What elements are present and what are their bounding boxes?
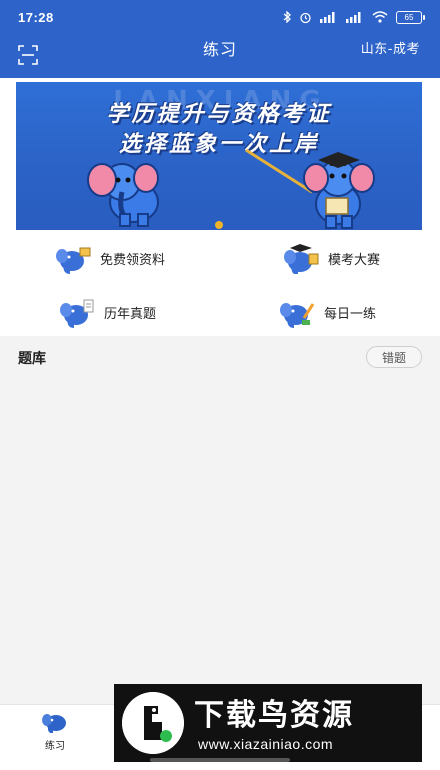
- question-bank-title: 题库: [18, 351, 46, 367]
- menu-label: 每日一练: [324, 306, 377, 322]
- menu-label: 历年真题: [104, 306, 157, 322]
- signal-icon: [346, 11, 361, 23]
- menu-label: 模考大赛: [328, 252, 381, 268]
- nav-row: 练习 山东-成考: [0, 34, 440, 74]
- app-header: 17:28 65 练习 山东-成考: [0, 0, 440, 78]
- signal-icon: [320, 11, 335, 23]
- question-bank-header: 题库 错题: [0, 340, 440, 372]
- menu-free-materials[interactable]: 免费领资料: [56, 242, 165, 274]
- tab-practice-label: 练习: [45, 741, 65, 752]
- elephant-pencil-icon: [280, 303, 315, 328]
- menu-mock-exam[interactable]: 模考大赛: [284, 242, 380, 274]
- elephant-book-icon: [56, 247, 91, 274]
- menu-label: 免费领资料: [100, 252, 166, 268]
- carousel-indicator-dot[interactable]: [215, 221, 223, 229]
- app-screen: 17:28 65 练习 山东-成考 LANXIANG 学历提升与资格考证 选择蓝…: [0, 0, 440, 770]
- status-icons: 65: [283, 10, 425, 24]
- alarm-icon: [300, 12, 311, 23]
- wifi-icon: [372, 11, 388, 23]
- feature-menu: 免费领资料 模考大赛 历年真题 每日一练: [0, 230, 440, 336]
- wrong-questions-button[interactable]: 错题: [366, 346, 422, 368]
- menu-daily-practice[interactable]: 每日一练: [280, 296, 376, 328]
- site-watermark: 下载鸟资源 www.xiazainiao.com: [114, 684, 422, 762]
- region-selector[interactable]: 山东-成考: [361, 38, 420, 57]
- elephant-graduate-icon: [284, 244, 319, 274]
- graduate-elephant-illustration: [245, 148, 375, 229]
- home-indicator: [150, 758, 290, 762]
- promo-banner[interactable]: LANXIANG 学历提升与资格考证 选择蓝象一次上岸: [16, 82, 422, 230]
- banner-section: LANXIANG 学历提升与资格考证 选择蓝象一次上岸: [0, 78, 440, 230]
- status-bar: 17:28 65: [0, 0, 440, 34]
- watermark-title: 下载鸟资源: [194, 698, 354, 733]
- elephant-paper-icon: [60, 299, 94, 328]
- elephant-mascot-illustration: [87, 163, 159, 227]
- bluetooth-icon: [283, 11, 291, 23]
- watermark-url: www.xiazainiao.com: [198, 736, 334, 752]
- battery-level: 65: [404, 12, 414, 22]
- bird-logo-icon: [122, 692, 184, 754]
- banner-headline: 学历提升与资格考证: [106, 102, 332, 127]
- tab-practice[interactable]: 练习: [30, 711, 80, 752]
- status-time: 17:28: [18, 9, 54, 25]
- menu-past-papers[interactable]: 历年真题: [60, 296, 156, 328]
- battery-icon: 65: [396, 10, 425, 24]
- elephant-icon: [42, 714, 66, 733]
